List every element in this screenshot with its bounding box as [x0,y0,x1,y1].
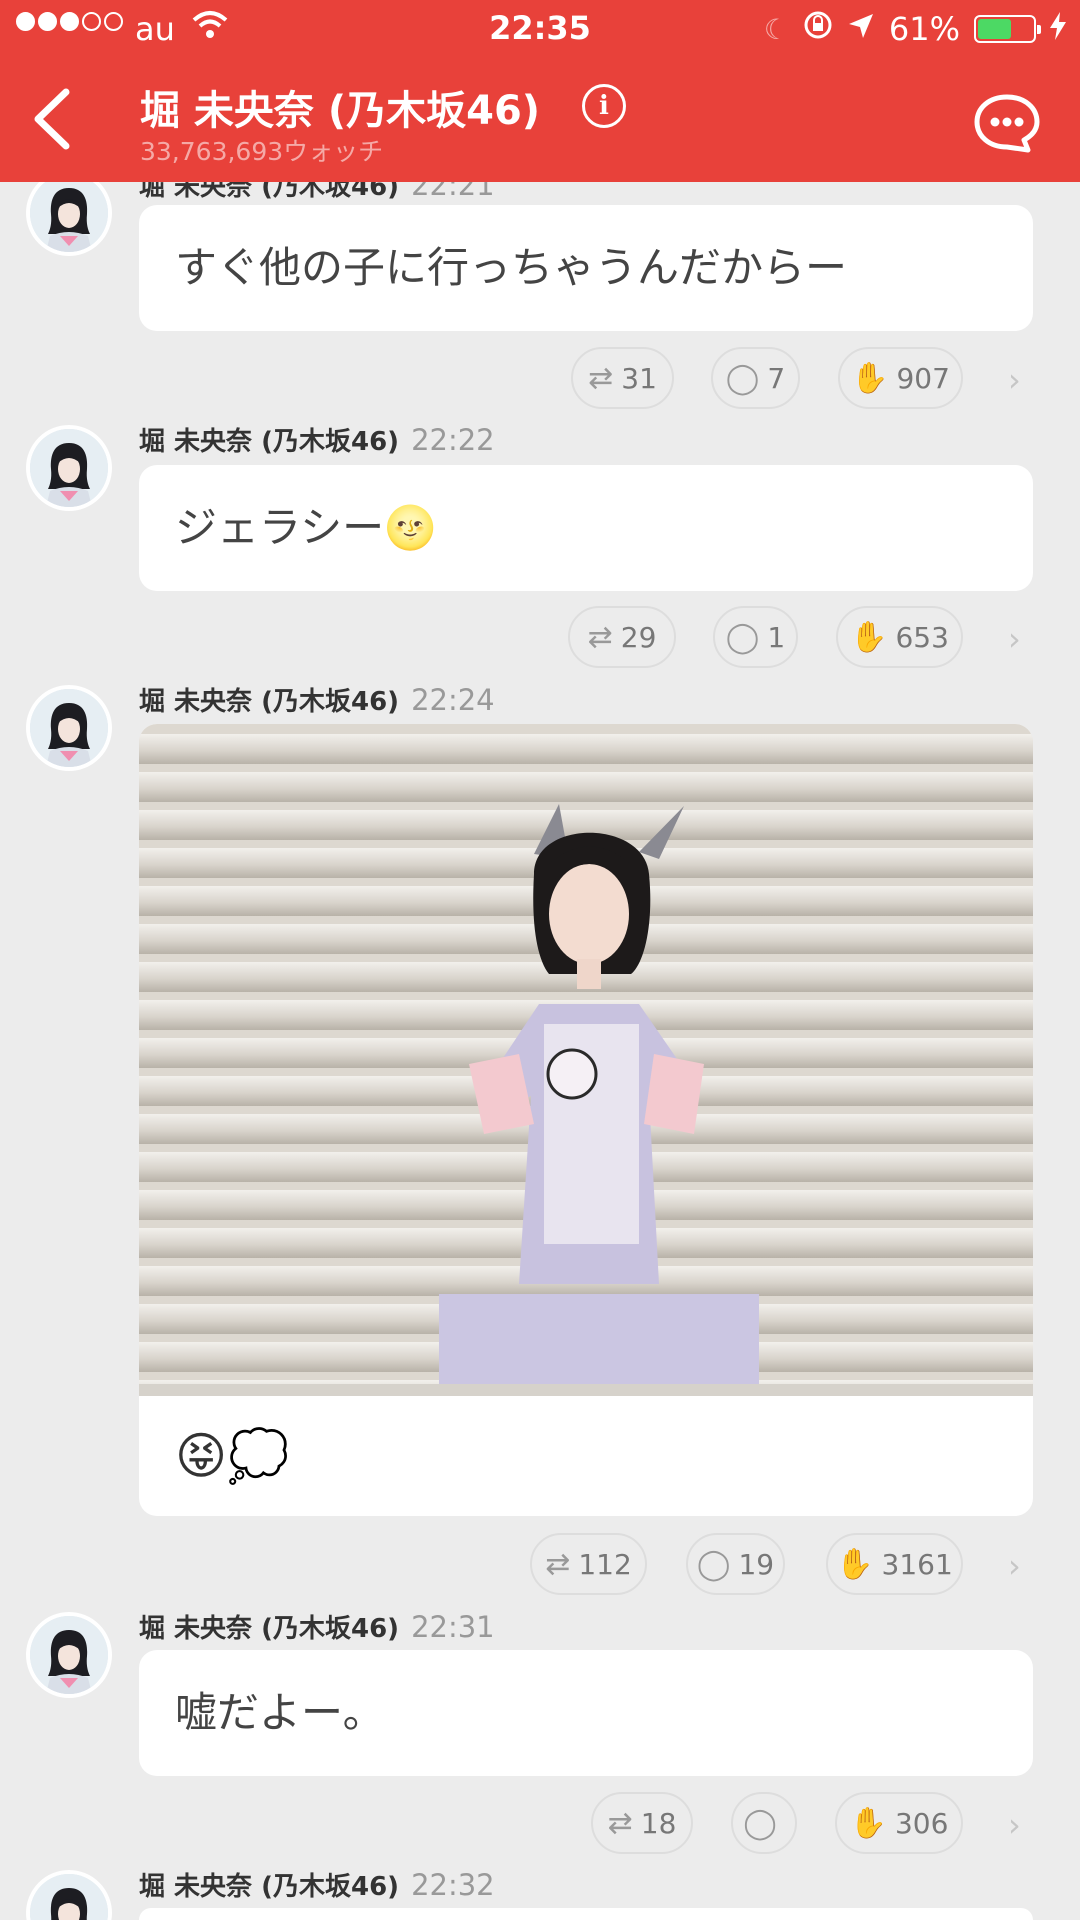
repost-count: 112 [578,1547,632,1581]
avatar[interactable] [26,170,112,256]
clap-count: 3161 [881,1547,953,1581]
clap-button[interactable]: ✋ 306 [835,1792,963,1854]
avatar[interactable] [26,1612,112,1698]
comment-icon: ◯ [696,1546,731,1582]
comment-icon: ◯ [725,619,760,655]
comment-count: 19 [738,1547,775,1581]
repost-button[interactable]: ⇄ 18 [591,1792,693,1854]
moon-icon: ☾ [763,12,789,46]
location-arrow-icon [847,10,875,48]
message-text: 😝💭 [175,1426,290,1485]
message-bubble[interactable]: ジェラシー🌝 [139,465,1033,591]
post-actions: ⇄ 29 ◯ 1 ✋ 653 › [0,606,1080,670]
comment-button[interactable]: ◯ [731,1792,797,1854]
comment-button[interactable]: ◯ 19 [686,1533,785,1595]
chat-bubble-icon [974,94,1040,153]
avatar[interactable] [26,425,112,511]
repost-icon: ⇄ [588,360,614,396]
author-name[interactable]: 堀 未央奈 (乃木坂46) [139,427,399,457]
clap-hand-icon: ✋ [836,1546,874,1582]
info-button[interactable]: i [582,84,626,128]
repost-icon: ⇄ [587,619,613,655]
message-bubble[interactable]: すぐ他の子に行っちゃうんだからー [139,205,1033,331]
post-meta: 堀 未央奈 (乃木坂46) 22:24 [139,681,495,718]
post-time: 22:31 [411,1610,495,1644]
post-actions: ⇄ 18 ◯ ✋ 306 › [0,1792,1080,1856]
comment-button[interactable]: ◯ 1 [713,606,798,668]
repost-icon: ⇄ [545,1546,571,1582]
post-actions: ⇄ 31 ◯ 7 ✋ 907 › [0,347,1080,411]
message-bubble[interactable]: 嘘だよー。 [139,1650,1033,1776]
comment-count: 7 [767,361,786,395]
post-actions: ⇄ 112 ◯ 19 ✋ 3161 › [0,1533,1080,1597]
chevron-right-icon[interactable]: › [1008,1547,1021,1585]
message-text: ジェラシー🌝 [175,503,437,552]
chat-button[interactable] [972,92,1042,156]
clap-button[interactable]: ✋ 907 [838,347,963,409]
photo-image [139,724,1033,1396]
comment-icon: ◯ [725,360,760,396]
battery-percent: 61% [888,10,960,48]
clap-hand-icon: ✋ [850,619,888,655]
clap-count: 306 [894,1806,949,1840]
post-time: 22:22 [411,423,495,457]
repost-button[interactable]: ⇄ 31 [571,347,674,409]
back-button[interactable] [28,88,88,158]
clap-hand-icon: ✋ [849,1805,887,1841]
app-header: au 22:35 ☾ 61% 堀 未央奈 (乃木坂46) i 33,763,69… [0,0,1080,182]
charging-bolt-icon [1050,10,1066,48]
avatar[interactable] [26,685,112,771]
author-name[interactable]: 堀 未央奈 (乃木坂46) [139,1872,399,1902]
chevron-right-icon[interactable]: › [1008,1806,1021,1844]
chevron-right-icon[interactable]: › [1008,361,1021,399]
clap-hand-icon: ✋ [851,360,889,396]
message-bubble[interactable]: 😝💭 [139,724,1033,1516]
author-name[interactable]: 堀 未央奈 (乃木坂46) [139,1614,399,1644]
message-text: すぐ他の子に行っちゃうんだからー [175,243,848,292]
post-meta: 堀 未央奈 (乃木坂46) 22:31 [139,1608,495,1645]
post-meta: 堀 未央奈 (乃木坂46) 22:22 [139,421,495,458]
repost-icon: ⇄ [607,1805,633,1841]
post-time: 22:24 [411,683,495,717]
avatar[interactable] [26,1870,112,1920]
chevron-right-icon[interactable]: › [1008,620,1021,658]
author-name[interactable]: 堀 未央奈 (乃木坂46) [139,687,399,717]
clap-count: 907 [896,361,950,395]
message-text: 嘘だよー。 [175,1688,385,1737]
watch-count: 33,763,693ウォッチ [140,137,384,166]
post-time: 22:32 [411,1868,495,1902]
shutter-slat [139,772,1033,802]
message-bubble[interactable] [139,1908,1033,1920]
info-icon: i [599,91,609,121]
repost-count: 29 [620,620,657,654]
page-title: 堀 未央奈 (乃木坂46) [140,88,541,134]
battery-icon [974,15,1041,43]
post-meta: 堀 未央奈 (乃木坂46) 22:32 [139,1866,495,1903]
repost-count: 31 [621,361,657,395]
chevron-left-icon [34,88,70,150]
post-photo[interactable] [139,724,1033,1396]
shutter-slat [139,734,1033,764]
comment-icon: ◯ [743,1805,777,1841]
clap-button[interactable]: ✋ 3161 [826,1533,963,1595]
comment-count: 1 [767,620,786,654]
repost-button[interactable]: ⇄ 29 [568,606,676,668]
clap-button[interactable]: ✋ 653 [836,606,963,668]
rotation-lock-icon [803,10,833,48]
status-bar: au 22:35 ☾ 61% [0,0,1080,58]
repost-count: 18 [640,1806,677,1840]
clap-count: 653 [895,620,949,654]
repost-button[interactable]: ⇄ 112 [530,1533,647,1595]
comment-button[interactable]: ◯ 7 [711,347,800,409]
